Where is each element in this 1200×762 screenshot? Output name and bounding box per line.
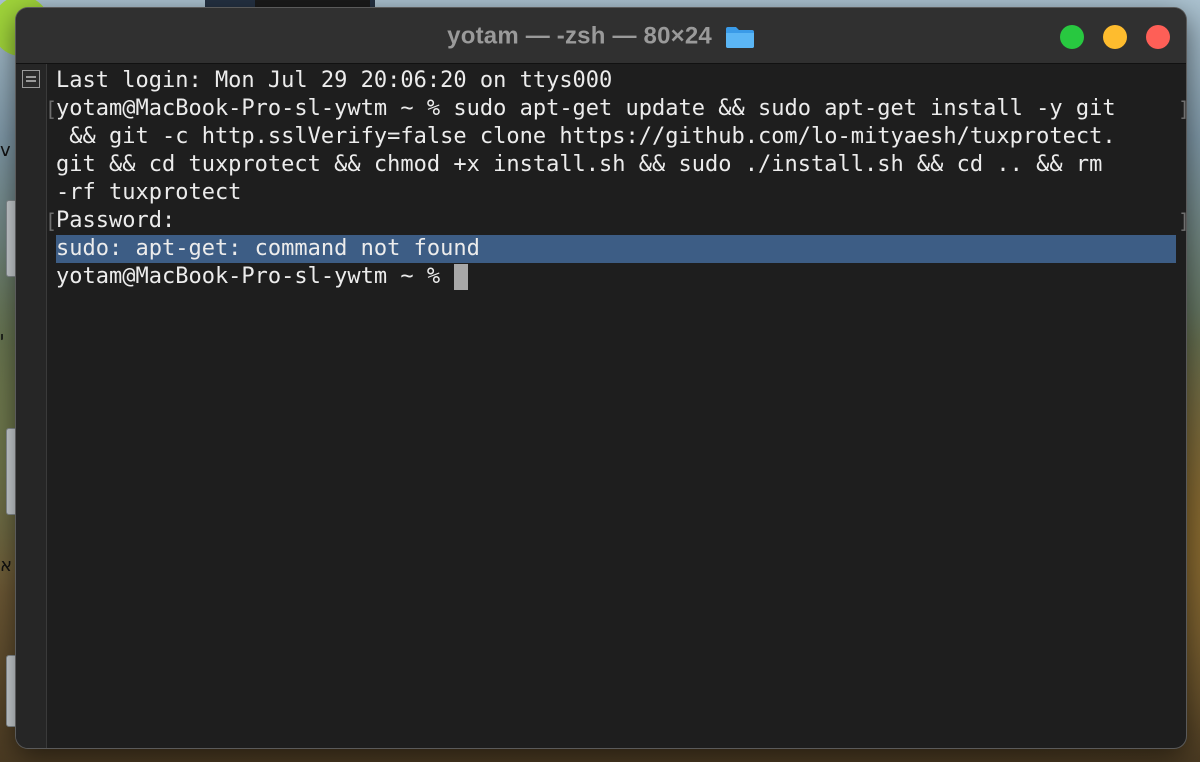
shell-prompt: yotam@MacBook-Pro-sl-ywtm ~ %	[56, 264, 454, 289]
window-title-text: yotam — -zsh — 80×24	[447, 22, 712, 50]
selected-terminal-line: sudo: apt-get: command not found	[56, 235, 1176, 263]
mark-bracket-left: [	[45, 97, 58, 121]
terminal-line-text: yotam@MacBook-Pro-sl-ywtm ~ % sudo apt-g…	[56, 96, 1116, 121]
terminal-line-text: sudo: apt-get: command not found	[56, 236, 480, 261]
terminal-line-text: Password:	[56, 208, 176, 233]
text-cursor	[454, 264, 469, 290]
terminal-line: Last login: Mon Jul 29 20:06:20 on ttys0…	[56, 67, 1176, 95]
terminal-line: -rf tuxprotect	[56, 179, 1176, 207]
terminal-line-text: && git -c http.sslVerify=false clone htt…	[56, 124, 1116, 149]
terminal-prompt-line[interactable]: yotam@MacBook-Pro-sl-ywtm ~ %	[56, 263, 1176, 291]
terminal-line-text: Last login: Mon Jul 29 20:06:20 on ttys0…	[56, 68, 613, 93]
marks-gutter[interactable]	[16, 64, 47, 748]
desktop-text-fragment: י	[0, 328, 5, 349]
terminal-window[interactable]: yotam — -zsh — 80×24 Last login: Mon Jul…	[16, 8, 1186, 748]
window-controls	[1046, 25, 1170, 53]
mark-bracket-right: ]	[1178, 95, 1186, 123]
terminal-line: && git -c http.sslVerify=false clone htt…	[56, 123, 1176, 151]
title-bar[interactable]: yotam — -zsh — 80×24	[16, 8, 1186, 64]
terminal-line: git && cd tuxprotect && chmod +x install…	[56, 151, 1176, 179]
minimize-button[interactable]	[1102, 25, 1127, 49]
terminal-line-text: git && cd tuxprotect && chmod +x install…	[56, 152, 1103, 177]
mark-bracket-right: ]	[1178, 207, 1186, 235]
bookmark-list-icon[interactable]	[22, 70, 40, 88]
terminal-line-text: -rf tuxprotect	[56, 180, 242, 205]
terminal-line: [yotam@MacBook-Pro-sl-ywtm ~ % sudo apt-…	[45, 95, 1186, 123]
terminal-line: [Password:]	[45, 207, 1186, 235]
desktop-text-fragment: א	[0, 555, 13, 576]
background-window-edge	[255, 0, 370, 8]
window-title: yotam — -zsh — 80×24	[16, 22, 1186, 51]
mark-bracket-left: [	[45, 209, 58, 233]
close-button[interactable]	[1146, 25, 1170, 49]
desktop-text-fragment: v	[0, 140, 11, 161]
terminal-content[interactable]: Last login: Mon Jul 29 20:06:20 on ttys0…	[45, 67, 1186, 748]
zoom-button[interactable]	[1059, 25, 1084, 49]
folder-icon[interactable]	[725, 25, 755, 49]
